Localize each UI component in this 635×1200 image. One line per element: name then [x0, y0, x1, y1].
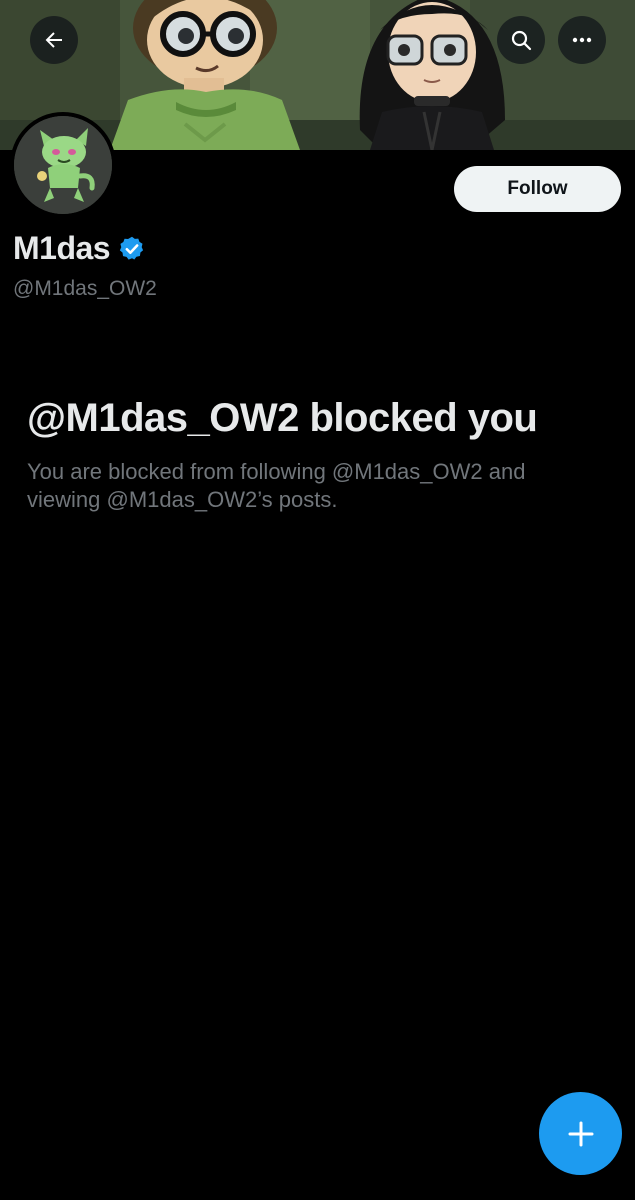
follow-button[interactable]: Follow	[454, 166, 621, 212]
back-button[interactable]	[30, 16, 78, 64]
compose-post-button[interactable]	[539, 1092, 622, 1175]
arrow-left-icon	[45, 32, 62, 48]
avatar[interactable]	[10, 112, 116, 218]
more-options-button[interactable]	[558, 16, 606, 64]
profile-handle: @M1das_OW2	[13, 277, 157, 300]
avatar-image	[14, 116, 112, 214]
search-icon	[511, 30, 532, 51]
blocked-description: You are blocked from following @M1das_OW…	[27, 459, 526, 512]
display-name: M1das	[13, 230, 146, 267]
display-name-text: M1das	[13, 230, 111, 266]
blocked-title: @M1das_OW2 blocked you	[27, 396, 538, 440]
plus-icon	[568, 1121, 593, 1146]
search-button[interactable]	[497, 16, 545, 64]
verified-badge-icon	[118, 235, 146, 263]
more-horizontal-icon	[572, 37, 592, 43]
